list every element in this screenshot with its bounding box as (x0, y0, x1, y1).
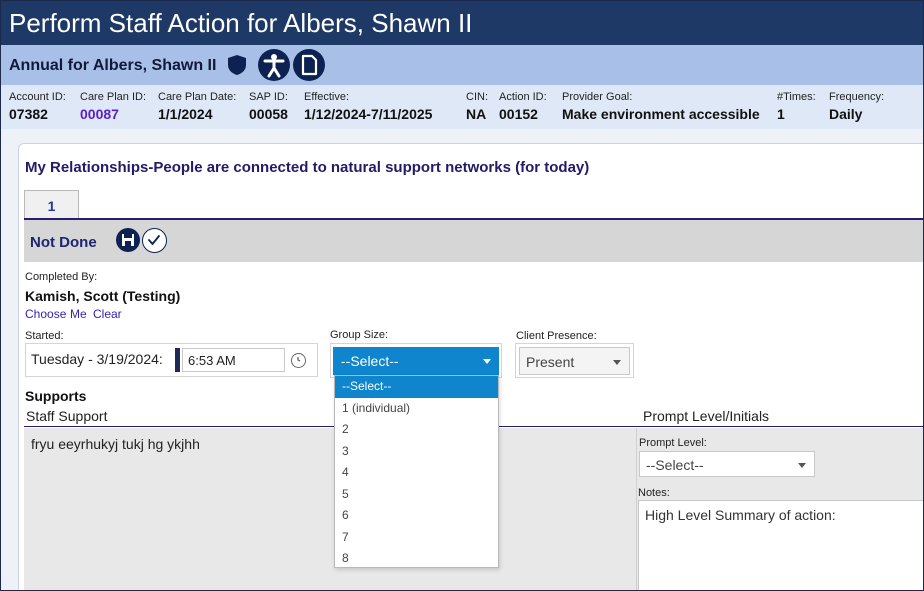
prompt-level-label: Prompt Level: (639, 437, 707, 449)
notes-textarea[interactable]: High Level Summary of action: (638, 500, 923, 590)
info-cin: CIN: NA (466, 91, 488, 122)
info-frequency: Frequency: Daily (829, 91, 885, 122)
care-plan-id-link[interactable]: 00087 (80, 106, 146, 122)
checkmark-icon[interactable] (142, 228, 167, 253)
supports-heading: Supports (25, 388, 87, 404)
started-date[interactable]: Tuesday - 3/19/2024: (31, 351, 163, 367)
staff-support-label: Staff Support (26, 408, 108, 424)
staff-support-text[interactable]: fryu eeyrhukyj tukj hg ykjhh (31, 436, 200, 452)
info-care-plan-date: Care Plan Date: 1/1/2024 (158, 91, 237, 122)
save-disk-icon[interactable] (116, 228, 140, 252)
group-size-option[interactable]: 1 (individual) (335, 398, 498, 420)
document-icon[interactable] (293, 49, 325, 81)
group-size-label: Group Size: (330, 329, 389, 341)
status-text: Not Done (30, 234, 97, 251)
started-label: Started: (25, 330, 64, 342)
column-divider (636, 428, 637, 590)
shield-icon[interactable] (227, 54, 247, 76)
group-size-dropdown: --Select-- 1 (individual) 2 3 4 5 6 7 8 (334, 375, 499, 568)
info-times: #Times: 1 (777, 91, 816, 122)
group-size-option[interactable]: 5 (335, 484, 498, 506)
info-provider-goal: Provider Goal: Make environment accessib… (562, 91, 760, 122)
choose-link[interactable]: Choose (25, 307, 66, 321)
prompt-level-select[interactable]: --Select-- (639, 451, 815, 477)
client-presence-label: Client Presence: (516, 330, 597, 342)
group-size-option[interactable]: 7 (335, 527, 498, 549)
chevron-down-icon (613, 360, 621, 365)
info-care-plan-id[interactable]: Care Plan ID: 00087 (80, 91, 146, 122)
group-size-option[interactable]: --Select-- (335, 376, 498, 398)
info-bar: Account ID: 07382 Care Plan ID: 00087 Ca… (1, 85, 923, 129)
clear-link[interactable]: Clear (93, 307, 122, 321)
accessibility-person-icon[interactable] (258, 49, 290, 81)
info-action-id: Action ID: 00152 (499, 91, 547, 122)
time-input[interactable]: 6:53 AM (182, 348, 285, 372)
client-presence-select[interactable]: Present (519, 347, 630, 375)
chevron-down-icon (798, 463, 806, 468)
window-title: Perform Staff Action for Albers, Shawn I… (1, 1, 923, 45)
group-size-option[interactable]: 8 (335, 548, 498, 570)
completed-by-name: Kamish, Scott (Testing) (25, 288, 181, 304)
prompt-level-initials-label: Prompt Level/Initials (643, 408, 770, 424)
info-sap-id: SAP ID: 00058 (249, 91, 288, 122)
group-size-option[interactable]: 3 (335, 441, 498, 463)
notes-label: Notes: (638, 487, 670, 499)
info-effective: Effective: 1/12/2024-7/11/2025 (304, 91, 433, 122)
time-divider (175, 348, 180, 372)
me-link[interactable]: Me (70, 307, 87, 321)
goal-title: My Relationships-People are connected to… (25, 159, 590, 176)
chevron-down-icon (483, 359, 491, 364)
completed-by-label: Completed By: (25, 271, 98, 283)
info-account-id: Account ID: 07382 (9, 91, 66, 122)
clock-icon[interactable] (291, 353, 306, 368)
group-size-option[interactable]: 2 (335, 419, 498, 441)
plan-title: Annual for Albers, Shawn II (9, 57, 217, 74)
tab-1[interactable]: 1 (24, 190, 79, 219)
group-size-select[interactable]: --Select-- (333, 347, 499, 375)
group-size-option[interactable]: 4 (335, 462, 498, 484)
subheader-bar: Annual for Albers, Shawn II (1, 45, 923, 85)
app-window: Perform Staff Action for Albers, Shawn I… (0, 0, 924, 591)
group-size-option[interactable]: 6 (335, 505, 498, 527)
